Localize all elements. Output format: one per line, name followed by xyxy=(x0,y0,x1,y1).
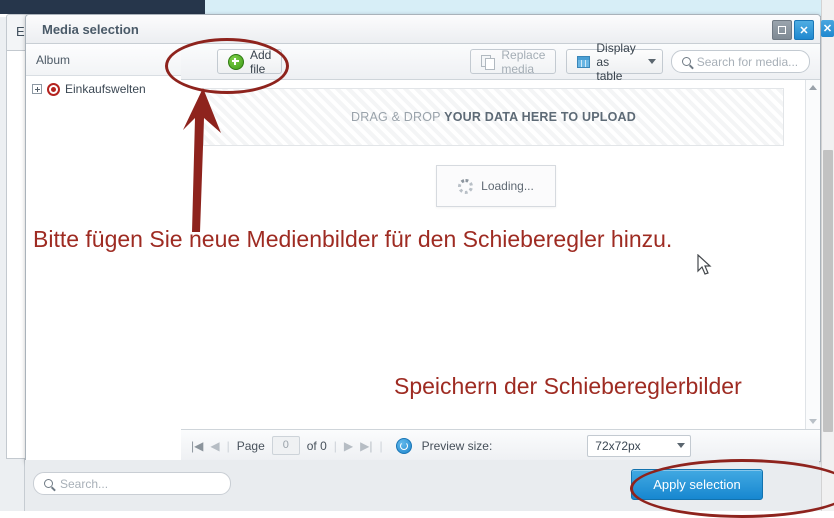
scrollbar-thumb[interactable] xyxy=(823,150,833,432)
dropzone-text-light: DRAG & DROP xyxy=(350,110,445,124)
maximize-icon xyxy=(778,26,786,34)
display-as-table-label: Display as table xyxy=(596,40,636,83)
tree-item-einkaufswelten[interactable]: Einkaufswelten xyxy=(26,76,181,102)
search-icon xyxy=(44,479,53,488)
media-toolbar: Add file Replace media Display as table … xyxy=(181,41,820,83)
media-content-pane: Add file Replace media Display as table … xyxy=(181,41,820,461)
search-icon xyxy=(681,57,691,66)
next-page-icon[interactable]: ▶ xyxy=(344,439,353,453)
page-label: Page xyxy=(236,438,265,453)
chevron-down-icon[interactable] xyxy=(677,443,686,448)
media-scrollbar[interactable] xyxy=(805,80,820,429)
page-close-button[interactable]: ✕ xyxy=(821,20,834,37)
dialog-title-bar[interactable]: Media selection ✕ xyxy=(26,15,820,44)
loading-label: Loading... xyxy=(481,179,534,193)
add-file-label: Add file xyxy=(250,47,272,76)
refresh-icon[interactable] xyxy=(395,437,412,454)
footer-search-input[interactable]: Search... xyxy=(33,472,231,495)
display-as-table-button[interactable]: Display as table xyxy=(566,41,663,83)
search-media-placeholder: Search for media... xyxy=(696,54,799,69)
album-tree-header: Album xyxy=(26,44,181,76)
maximize-button[interactable] xyxy=(772,20,792,40)
apply-selection-button[interactable]: Apply selection xyxy=(631,469,763,500)
search-media-input[interactable]: Search for media... xyxy=(670,50,810,73)
browser-scrollbar[interactable] xyxy=(821,0,834,511)
replace-media-icon xyxy=(481,54,496,70)
pagination-divider-2: | xyxy=(333,438,337,453)
dialog-body: Album Einkaufswelten Add file Replace me… xyxy=(26,41,820,461)
chevron-down-icon[interactable] xyxy=(647,59,656,64)
album-header-label: Album xyxy=(36,52,71,67)
scroll-up-icon[interactable] xyxy=(809,85,817,90)
dialog-title: Media selection xyxy=(42,22,139,37)
plus-icon xyxy=(228,53,244,70)
media-selection-dialog: Media selection ✕ Album Einkaufswelten A… xyxy=(25,14,821,462)
background-tab-label: E xyxy=(16,24,25,39)
page-number-input[interactable]: 0 xyxy=(271,436,300,455)
media-drop-region[interactable]: DRAG & DROP YOUR DATA HERE TO UPLOAD Loa… xyxy=(181,80,806,429)
table-grid-icon xyxy=(577,55,591,68)
pagination-bar: |◀ ◀ | Page 0 of 0 | ▶ ▶| | Preview size… xyxy=(181,429,820,461)
dropzone-text: DRAG & DROP YOUR DATA HERE TO UPLOAD xyxy=(351,110,636,124)
pagination-divider-1: | xyxy=(226,438,230,453)
background-navy-bar xyxy=(0,0,205,14)
album-tree-pane: Album Einkaufswelten xyxy=(26,44,182,461)
footer-search-placeholder: Search... xyxy=(60,476,109,491)
pagination-divider-3: | xyxy=(379,438,383,453)
dialog-footer-bar: Search... Apply selection xyxy=(25,460,819,511)
replace-media-label: Replace media xyxy=(501,47,546,76)
preview-size-value: 72x72px xyxy=(595,438,641,453)
replace-media-button[interactable]: Replace media xyxy=(470,47,557,76)
tree-item-label: Einkaufswelten xyxy=(65,82,146,96)
target-icon xyxy=(47,82,60,96)
preview-size-label: Preview size: xyxy=(421,438,493,453)
page-total-label: of 0 xyxy=(306,438,327,453)
last-page-icon[interactable]: ▶| xyxy=(360,439,372,453)
preview-size-select[interactable]: 72x72px xyxy=(587,434,692,457)
first-page-icon[interactable]: |◀ xyxy=(191,439,203,453)
add-file-button[interactable]: Add file xyxy=(217,47,283,76)
prev-page-icon[interactable]: ◀ xyxy=(210,439,219,453)
expand-plus-icon[interactable] xyxy=(32,84,42,94)
scroll-down-icon[interactable] xyxy=(809,419,817,424)
dropzone[interactable]: DRAG & DROP YOUR DATA HERE TO UPLOAD xyxy=(203,88,784,146)
loading-indicator: Loading... xyxy=(436,165,556,207)
dropzone-text-strong: YOUR DATA HERE TO UPLOAD xyxy=(444,110,636,124)
close-button[interactable]: ✕ xyxy=(794,20,814,40)
spinner-icon xyxy=(458,178,474,194)
